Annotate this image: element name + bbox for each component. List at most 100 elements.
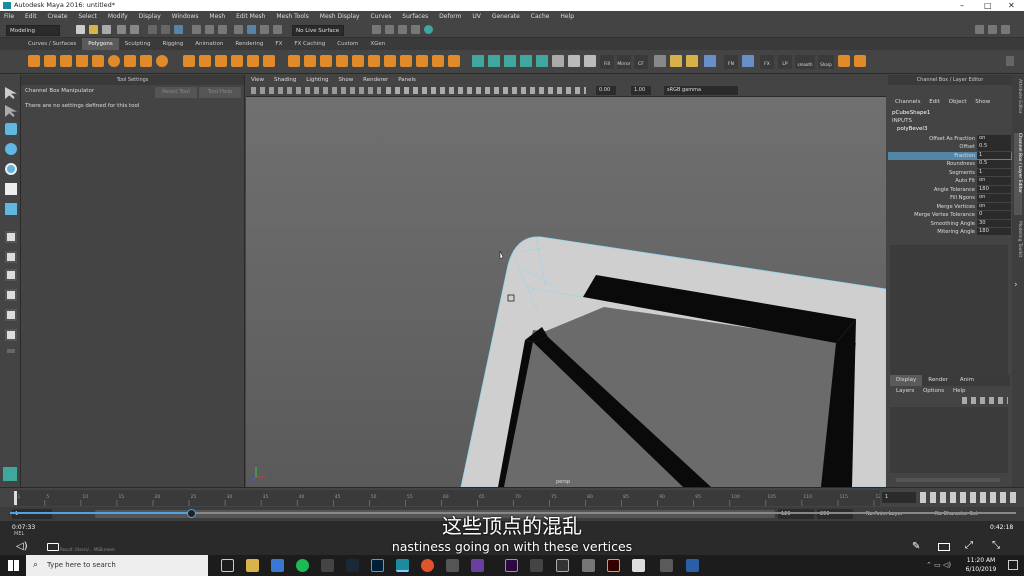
spotify-icon[interactable] (296, 559, 309, 572)
after-effects-icon[interactable] (505, 559, 518, 572)
app-icon[interactable] (582, 559, 595, 572)
app-icon[interactable] (686, 559, 699, 572)
viewport-scene[interactable]: persp (246, 97, 886, 487)
separate-icon[interactable] (199, 55, 211, 67)
move-tool-icon[interactable] (5, 143, 17, 155)
attribute-row[interactable]: Angle Tolerance 180 (888, 185, 1012, 194)
attribute-value[interactable]: 30 (977, 219, 1011, 227)
poly-sphere-icon[interactable] (28, 55, 40, 67)
menu-windows[interactable]: Windows (172, 13, 199, 20)
last-tool-icon[interactable] (5, 203, 17, 215)
poly-cone-icon[interactable] (76, 55, 88, 67)
side-tab-modeling-toolkit[interactable]: Modeling Toolkit (1014, 221, 1022, 269)
close-button[interactable]: ✕ (1008, 0, 1015, 11)
node-name[interactable]: polyBevel3 (897, 126, 927, 132)
combine-icon[interactable] (183, 55, 195, 67)
menu-mesh-tools[interactable]: Mesh Tools (276, 13, 308, 20)
modeling-toolkit-icon[interactable] (975, 25, 984, 34)
notifications-icon[interactable] (1008, 560, 1018, 570)
soften-edge-icon[interactable] (568, 55, 580, 67)
poly-cylinder-icon[interactable] (60, 55, 72, 67)
new-scene-icon[interactable] (76, 25, 85, 34)
render-current-icon[interactable] (385, 25, 394, 34)
shelf-tab-rigging[interactable]: Rigging (156, 38, 189, 50)
pick-mask-icon[interactable] (205, 25, 214, 34)
attribute-row[interactable]: Merge Vertices on (888, 202, 1012, 211)
four-view-icon[interactable] (5, 251, 17, 263)
menu-create[interactable]: Create (48, 13, 68, 20)
persp-outliner-icon[interactable] (5, 269, 17, 281)
checker-icon[interactable] (552, 55, 564, 67)
menu-curves[interactable]: Curves (371, 13, 392, 20)
insert-loop-icon[interactable] (352, 55, 364, 67)
exposure-field[interactable]: 0.00 (596, 86, 616, 95)
shelf-wire-cube-icon[interactable] (704, 55, 716, 67)
attribute-row[interactable]: Offset As Fraction on (888, 135, 1012, 143)
paint-select-icon[interactable] (5, 123, 17, 135)
attribute-value[interactable]: 0.5 (977, 160, 1011, 168)
fill-hole-icon[interactable] (432, 55, 444, 67)
attribute-value[interactable]: 1 (977, 151, 1011, 160)
menu-file[interactable]: File (4, 13, 14, 20)
ipr-render-icon[interactable] (398, 25, 407, 34)
app-icon[interactable] (660, 559, 673, 572)
side-tab-attribute-editor[interactable]: Attribute Editor (1014, 79, 1022, 127)
shelf-tab-xgen[interactable]: XGen (364, 38, 391, 50)
menu-mesh-display[interactable]: Mesh Display (320, 13, 360, 20)
illustrator-icon[interactable] (607, 559, 620, 572)
layer-menu-options[interactable]: Options (923, 388, 944, 394)
color-space-select[interactable]: sRGB gamma (664, 86, 738, 95)
attribute-editor-icon[interactable] (988, 25, 997, 34)
attribute-value[interactable]: on (977, 202, 1011, 211)
steam-icon[interactable] (346, 559, 359, 572)
object-name[interactable]: pCubeShape1 (892, 110, 930, 116)
shelf-sharp-button[interactable]: Sharp (818, 55, 834, 69)
uv-planar-icon[interactable] (472, 55, 484, 67)
render-settings-icon[interactable] (411, 25, 420, 34)
shelf-cube-icon[interactable] (854, 55, 866, 67)
menu-display[interactable]: Display (139, 13, 161, 20)
smooth-icon[interactable] (231, 55, 243, 67)
poly-pyramid-icon[interactable] (140, 55, 152, 67)
select-tool-icon[interactable] (5, 87, 17, 99)
slide-edge-icon[interactable] (448, 55, 460, 67)
shelf-tab-animation[interactable]: Animation (189, 38, 229, 50)
viewport-menu-show[interactable]: Show (338, 77, 353, 83)
app-icon[interactable] (632, 559, 645, 572)
live-surface-field[interactable]: No Live Surface (292, 25, 344, 36)
layout-dot-icon[interactable] (7, 349, 15, 353)
side-tab-channel-box[interactable]: Channel Box / Layer Editor (1014, 133, 1022, 215)
attribute-value[interactable]: 180 (977, 185, 1011, 194)
rotate-tool-icon[interactable] (5, 163, 17, 175)
pick-mask-icon[interactable] (218, 25, 227, 34)
mirror-icon[interactable] (263, 55, 275, 67)
attribute-value[interactable]: 0.5 (977, 143, 1011, 151)
shelf-tab-rendering[interactable]: Rendering (229, 38, 269, 50)
attribute-value[interactable]: 1 (977, 168, 1011, 177)
app-icon[interactable] (471, 559, 484, 572)
edge-icon[interactable] (271, 559, 284, 572)
poly-pipe-icon[interactable] (156, 55, 168, 67)
file-explorer-icon[interactable] (246, 559, 259, 572)
viewport-menu-panels[interactable]: Panels (398, 77, 416, 83)
attribute-row[interactable]: Roundness 0.5 (888, 160, 1012, 168)
playback-controls-icon[interactable] (920, 492, 1020, 503)
undo-icon[interactable] (117, 25, 126, 34)
select-object-icon[interactable] (161, 25, 170, 34)
extract-icon[interactable] (215, 55, 227, 67)
time-slider[interactable]: 1 5 10 15 20 25 30 35 40 45 50 55 60 65 70 75 80 85 90 95 10… (0, 487, 1024, 507)
menu-edit-mesh[interactable]: Edit Mesh (236, 13, 265, 20)
menu-edit[interactable]: Edit (25, 13, 37, 20)
viewport-menu-lighting[interactable]: Lighting (306, 77, 328, 83)
bevel-icon[interactable] (336, 55, 348, 67)
shelf-tab-fx[interactable]: FX (269, 38, 288, 50)
cb-menu-edit[interactable]: Edit (929, 99, 940, 105)
current-frame-field[interactable]: 1 (882, 492, 916, 503)
attribute-row[interactable]: Auto Fit on (888, 177, 1012, 185)
select-component-icon[interactable] (174, 25, 183, 34)
shelf-grid-icon[interactable] (670, 55, 682, 67)
persp-graph-icon[interactable] (5, 289, 17, 301)
cb-menu-channels[interactable]: Channels (895, 99, 920, 105)
shelf-menu-icon[interactable] (1006, 56, 1014, 66)
shelf-tab-custom[interactable]: Custom (331, 38, 364, 50)
